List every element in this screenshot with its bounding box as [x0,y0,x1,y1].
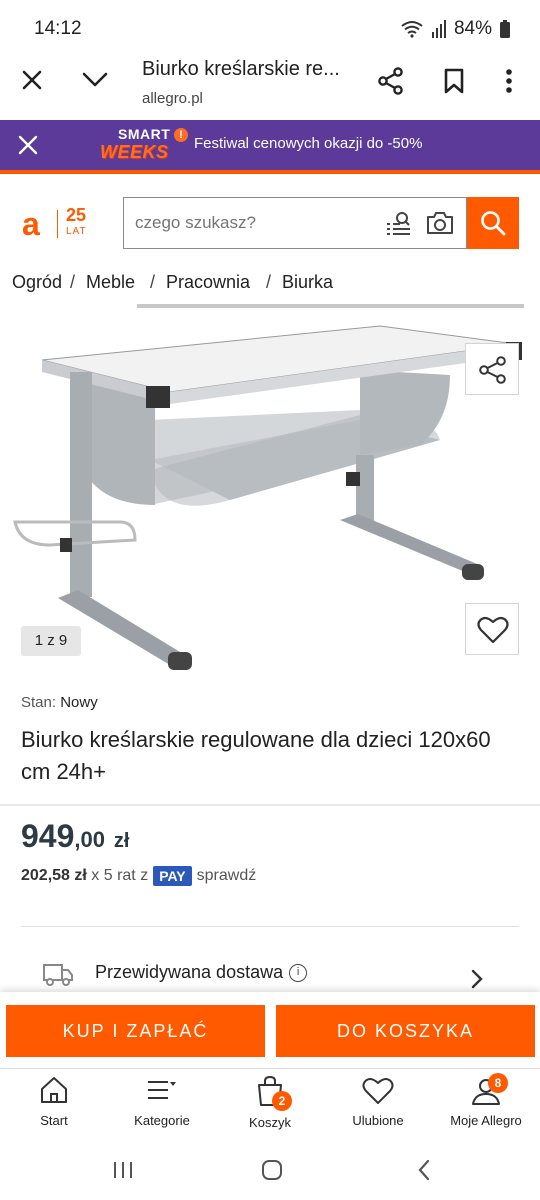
chevron-right-icon[interactable] [470,968,484,990]
share-product-button[interactable] [465,343,519,395]
breadcrumb-item[interactable]: Pracownia [166,272,250,293]
divider [21,926,519,927]
search-icon [481,211,506,236]
promo-banner[interactable]: SMART ! WEEKS Festiwal cenowych okazji d… [0,120,540,170]
battery-percent: 84% [453,18,492,39]
breadcrumb: Ogród / Meble / Pracownia / Biurka [12,272,334,293]
breadcrumb-item[interactable]: Meble [86,272,135,293]
search-box[interactable] [123,197,467,249]
share-icon[interactable] [378,67,404,95]
product-image [13,325,522,670]
status-time: 14:12 [34,18,82,39]
info-icon[interactable]: i [289,963,308,982]
add-to-cart-button[interactable]: DO KOSZYKA [276,1005,535,1057]
more-vert-icon[interactable] [505,68,513,94]
breadcrumb-item[interactable]: Biurka [282,272,333,293]
browser-url[interactable]: allegro.pl [142,90,203,107]
smart-weeks-logo: SMART ! WEEKS [98,126,190,166]
account-badge: 8 [488,1073,508,1093]
home-icon [41,1077,67,1103]
bookmark-icon[interactable] [444,68,464,94]
share-icon [479,356,506,384]
signal-icon [431,20,446,38]
product-price: 949,00 zł [21,818,130,854]
site-header: a 25 LAT [0,170,540,258]
cart-badge: 2 [272,1091,292,1111]
buy-now-button[interactable]: KUP I ZAPŁAĆ [6,1005,265,1057]
promo-close-icon[interactable] [18,135,38,155]
installments-link[interactable]: sprawdź [197,867,257,885]
promo-text: Festiwal cenowych okazji do -50% [194,135,423,152]
delivery-estimate[interactable]: Przewidywana dostawa i [95,962,308,983]
search-button[interactable] [467,197,519,249]
status-bar: 14:12 84% [0,0,540,56]
back-icon[interactable] [416,1159,432,1181]
product-image-gallery[interactable] [0,320,540,680]
chevron-down-icon[interactable] [82,72,108,88]
search-input[interactable] [124,198,364,248]
menu-icon [148,1081,176,1099]
breadcrumb-scrollbar[interactable] [137,304,524,308]
home-button-icon[interactable] [260,1158,284,1182]
wifi-icon [401,21,423,38]
camera-icon[interactable] [426,211,454,235]
close-icon[interactable] [22,70,42,90]
gallery-counter: 1 z 9 [21,626,81,656]
browser-page-title: Biurko kreślarskie re... [142,58,340,80]
divider [0,804,540,806]
heart-icon [477,616,509,644]
delivery-truck-icon [43,964,73,986]
breadcrumb-item[interactable]: Ogród [12,272,62,293]
recent-apps-icon[interactable] [112,1160,134,1180]
system-navigation-bar [0,1138,540,1200]
filter-search-icon[interactable] [386,211,412,237]
status-icons: 84% [400,18,510,40]
favorite-button[interactable] [465,603,519,655]
allegro-pay-badge: PAY [153,866,192,886]
installments-info: 202,58 zł x 5 rat z PAY sprawdź [21,866,257,886]
battery-icon [500,20,510,38]
product-condition: Stan: Nowy [21,694,98,711]
heart-icon [362,1077,394,1104]
product-title: Biurko kreślarskie regulowane dla dzieci… [21,727,491,784]
